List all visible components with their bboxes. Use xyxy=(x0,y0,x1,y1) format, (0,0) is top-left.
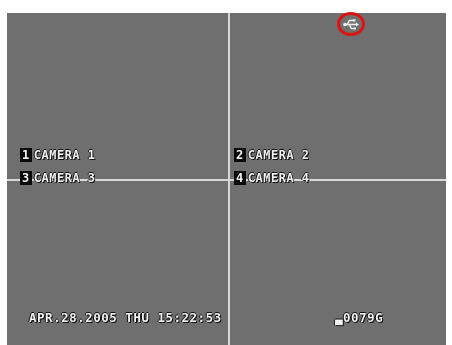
camera-2-name: CAMERA 2 xyxy=(247,148,310,162)
camera-1-name: CAMERA 1 xyxy=(33,148,96,162)
camera-4-label: 4 CAMERA 4 xyxy=(234,171,310,185)
camera-1-label: 1 CAMERA 1 xyxy=(20,148,96,162)
camera-4-number: 4 xyxy=(234,171,246,185)
camera-1-number: 1 xyxy=(20,148,32,162)
usb-icon xyxy=(343,18,359,30)
date-time-readout: APR.28.2005 THU 15:22:53 xyxy=(29,310,222,325)
camera-3-name: CAMERA 3 xyxy=(33,171,96,185)
camera-2-number: 2 xyxy=(234,148,246,162)
camera-3-label: 3 CAMERA 3 xyxy=(20,171,96,185)
camera-2-label: 2 CAMERA 2 xyxy=(234,148,310,162)
usb-highlight xyxy=(337,12,365,36)
camera-4-name: CAMERA 4 xyxy=(247,171,310,185)
storage-counter: ▃0079G xyxy=(335,310,384,325)
camera-3-number: 3 xyxy=(20,171,32,185)
